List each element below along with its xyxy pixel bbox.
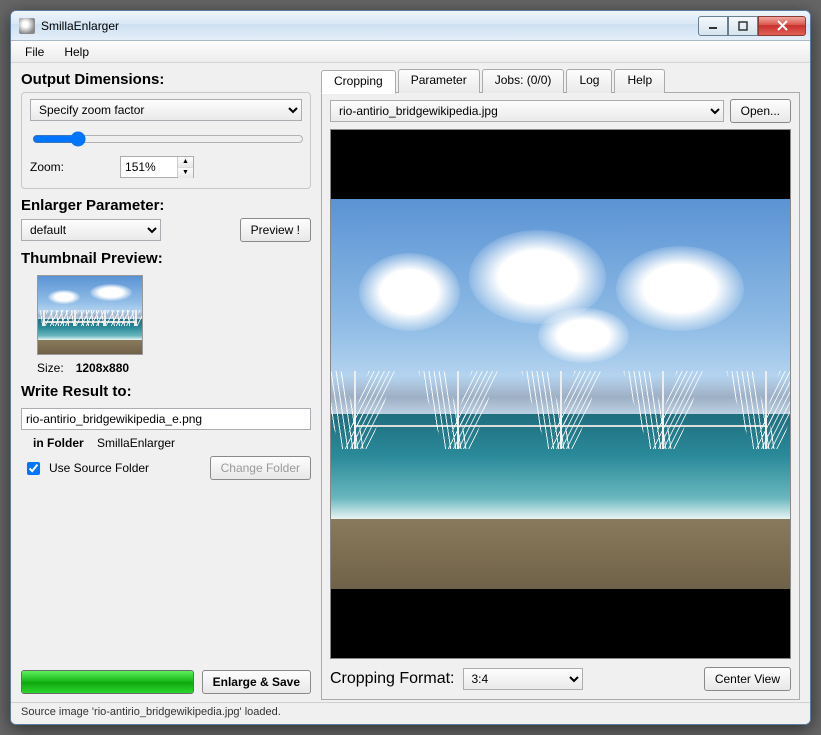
parameter-preset-combo[interactable]: default bbox=[21, 219, 161, 241]
cropping-format-label: Cropping Format: bbox=[330, 670, 455, 688]
tab-log[interactable]: Log bbox=[566, 69, 612, 93]
size-label: Size: bbox=[37, 361, 64, 375]
tab-bar: Cropping Parameter Jobs: (0/0) Log Help bbox=[321, 69, 800, 93]
output-dimensions-group: Specify zoom factor Zoom: ▲ ▼ bbox=[21, 92, 311, 189]
source-file-combo[interactable]: rio-antirio_bridgewikipedia.jpg bbox=[330, 100, 724, 122]
enlarge-save-button[interactable]: Enlarge & Save bbox=[202, 670, 311, 694]
status-bar: Source image 'rio-antirio_bridgewikipedi… bbox=[11, 702, 810, 724]
progress-bar bbox=[21, 670, 194, 694]
zoom-slider[interactable] bbox=[32, 131, 304, 147]
in-folder-value: SmillaEnlarger bbox=[97, 436, 175, 450]
tab-cropping[interactable]: Cropping bbox=[321, 70, 396, 94]
center-view-button[interactable]: Center View bbox=[704, 667, 791, 691]
tab-help[interactable]: Help bbox=[614, 69, 665, 93]
change-folder-button[interactable]: Change Folder bbox=[210, 456, 311, 480]
minimize-button[interactable] bbox=[698, 16, 728, 36]
enlarger-parameter-heading: Enlarger Parameter: bbox=[21, 197, 311, 214]
zoom-spin-up[interactable]: ▲ bbox=[178, 157, 193, 168]
tab-panel-cropping: rio-antirio_bridgewikipedia.jpg Open... bbox=[321, 92, 800, 700]
zoom-mode-combo[interactable]: Specify zoom factor bbox=[30, 99, 302, 121]
menu-help[interactable]: Help bbox=[56, 43, 97, 61]
open-button[interactable]: Open... bbox=[730, 99, 791, 123]
output-filename-input[interactable] bbox=[21, 408, 311, 430]
maximize-button[interactable] bbox=[728, 16, 758, 36]
thumbnail-image bbox=[37, 275, 143, 355]
zoom-label: Zoom: bbox=[30, 160, 64, 174]
menubar: File Help bbox=[11, 41, 810, 63]
app-icon bbox=[19, 18, 35, 34]
output-dimensions-heading: Output Dimensions: bbox=[21, 71, 311, 88]
zoom-value-input[interactable] bbox=[121, 157, 177, 177]
close-button[interactable] bbox=[758, 16, 806, 36]
write-result-heading: Write Result to: bbox=[21, 383, 311, 400]
use-source-folder-checkbox[interactable] bbox=[27, 462, 40, 475]
size-value: 1208x880 bbox=[76, 361, 129, 375]
use-source-folder-label: Use Source Folder bbox=[49, 461, 149, 475]
preview-button[interactable]: Preview ! bbox=[240, 218, 311, 242]
tab-parameter[interactable]: Parameter bbox=[398, 69, 480, 93]
in-folder-label: in Folder bbox=[33, 436, 84, 450]
thumbnail-preview-heading: Thumbnail Preview: bbox=[21, 250, 311, 267]
window-title: SmillaEnlarger bbox=[41, 19, 119, 33]
titlebar: SmillaEnlarger bbox=[11, 11, 810, 41]
app-window: SmillaEnlarger File Help Output Dimensio… bbox=[10, 10, 811, 725]
image-viewport[interactable] bbox=[330, 129, 791, 659]
menu-file[interactable]: File bbox=[17, 43, 52, 61]
tab-jobs[interactable]: Jobs: (0/0) bbox=[482, 69, 565, 93]
zoom-spin-down[interactable]: ▼ bbox=[178, 168, 193, 178]
cropping-format-combo[interactable]: 3:4 bbox=[463, 668, 583, 690]
